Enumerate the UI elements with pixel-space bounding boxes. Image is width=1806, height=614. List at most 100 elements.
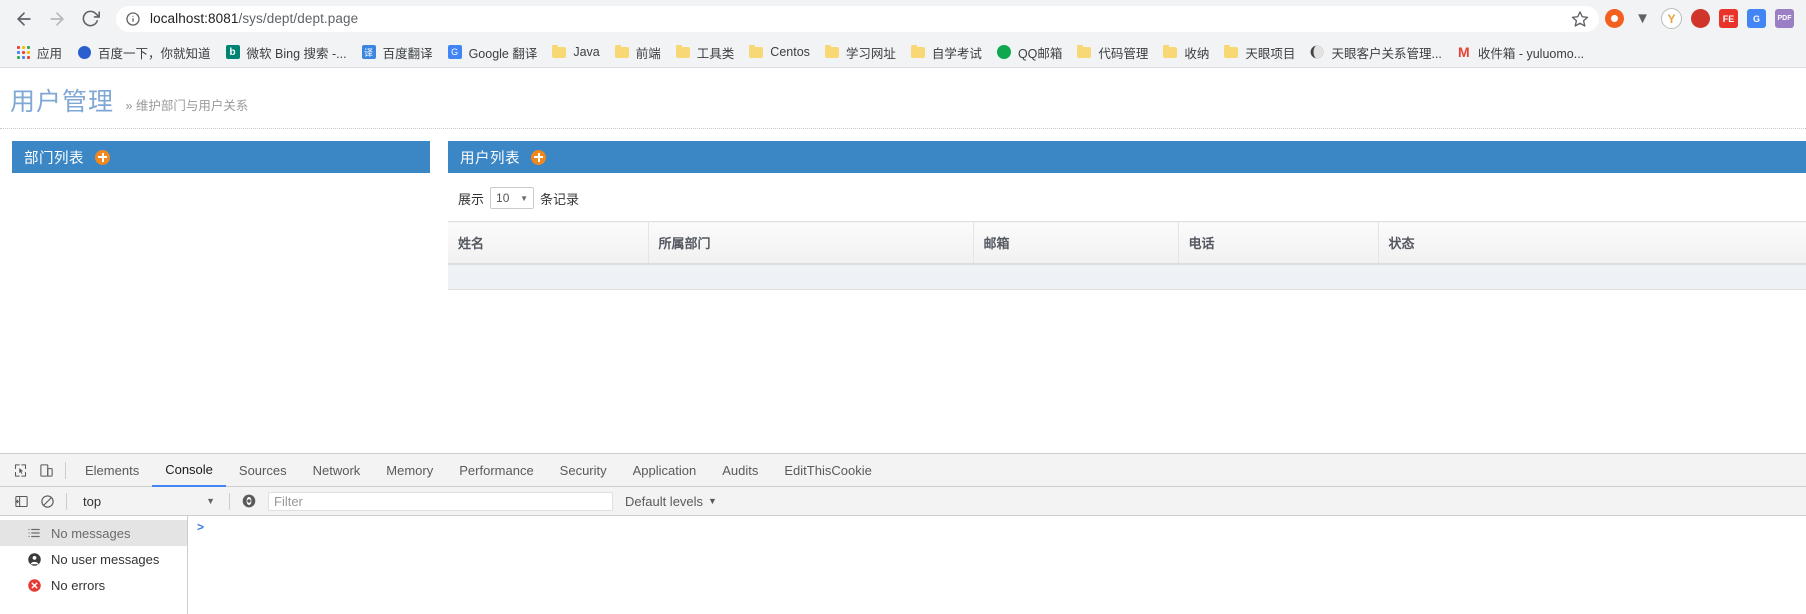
bookmark-star-icon[interactable] [1571,10,1589,28]
clear-console-icon[interactable] [34,488,60,514]
browser-window: localhost:8081/sys/dept/dept.page ▼ Y FE… [0,0,1806,614]
baidu-icon [76,44,92,60]
error-icon [26,577,42,593]
chevron-down-icon: ▼ [708,496,717,506]
console-prompt-row[interactable]: > [188,520,1806,538]
bookmark-tianyan-crm[interactable]: 天眼客户关系管理... [1302,41,1448,63]
console-sidebar: No messages No user messages No errors [0,516,188,614]
tab-elements[interactable]: Elements [72,454,152,487]
user-panel-title: 用户列表 [460,150,520,167]
bookmark-label: 百度一下，你就知道 [98,46,211,61]
console-output[interactable]: > [188,516,1806,614]
reload-button[interactable] [76,5,104,33]
back-button[interactable] [10,5,38,33]
bookmark-bing[interactable]: b 微软 Bing 搜索 -... [218,41,354,63]
bookmark-folder-storage[interactable]: 收纳 [1155,41,1216,63]
fe-extension-icon[interactable]: FE [1719,9,1738,28]
user-panel-body: 展示 10 ▼ 条记录 姓名 所属部门 邮箱 电话 状态 [448,173,1806,290]
bookmark-label: 天眼项目 [1245,46,1296,61]
bookmark-folder-centos[interactable]: Centos [741,41,817,63]
tab-security[interactable]: Security [547,454,620,487]
bookmarks-bar: 应用 百度一下，你就知道 b 微软 Bing 搜索 -... 译 百度翻译 G … [0,37,1806,67]
santa-extension-icon[interactable] [1691,9,1710,28]
url-host: localhost:8081 [150,11,239,26]
baidu-fanyi-icon: 译 [361,44,377,60]
inspect-element-icon[interactable] [7,457,33,483]
google-translate-extension-icon[interactable]: G [1747,9,1766,28]
tab-console[interactable]: Console [152,454,226,487]
console-log-levels-select[interactable]: Default levels ▼ [625,494,717,509]
console-sidebar-item-messages[interactable]: No messages [0,520,187,546]
user-table: 姓名 所属部门 邮箱 电话 状态 [448,221,1806,290]
bookmark-folder-self-study-exam[interactable]: 自学考试 [903,41,989,63]
site-info-icon[interactable] [125,11,141,27]
console-sidebar-item-user-messages[interactable]: No user messages [0,546,187,572]
pdf-extension-icon[interactable]: PDF [1775,9,1794,28]
panels-container: 部门列表 用户列表 展示 10 ▼ 条记录 姓名 所属部门 邮箱 电话 状态 [0,129,1806,290]
department-panel-title: 部门列表 [24,150,84,167]
bookmark-folder-code-management[interactable]: 代码管理 [1069,41,1155,63]
bookmark-folder-frontend[interactable]: 前端 [607,41,668,63]
execution-context-select[interactable]: top ▼ [73,487,223,516]
folder-icon [910,44,926,60]
orange-circle-extension-icon[interactable] [1605,9,1624,28]
console-sidebar-label: No errors [51,577,106,593]
add-user-button[interactable] [531,149,546,165]
department-panel: 部门列表 [12,141,430,290]
bookmark-baidu-fanyi[interactable]: 译 百度翻译 [354,41,440,63]
bookmark-google-translate[interactable]: G Google 翻译 [440,41,545,63]
bookmark-label: 收纳 [1184,46,1210,61]
toggle-console-sidebar-icon[interactable] [8,488,34,514]
bookmark-label: QQ邮箱 [1017,46,1063,61]
folder-icon [614,44,630,60]
tab-audits[interactable]: Audits [709,454,771,487]
bookmark-folder-study-sites[interactable]: 学习网址 [817,41,903,63]
column-header-name[interactable]: 姓名 [448,221,649,265]
bookmark-label: 前端 [635,46,661,61]
column-header-department[interactable]: 所属部门 [648,221,974,265]
gmail-icon: M [1458,44,1470,60]
bookmark-folder-tools[interactable]: 工具类 [668,41,742,63]
folder-icon [1223,44,1239,60]
bookmark-gmail-inbox[interactable]: M 收件箱 - yuluomo... [1449,41,1591,63]
table-row[interactable] [448,264,1806,290]
navigation-toolbar: localhost:8081/sys/dept/dept.page ▼ Y FE… [0,0,1806,37]
column-header-phone[interactable]: 电话 [1178,221,1379,265]
tab-performance[interactable]: Performance [446,454,546,487]
column-header-email[interactable]: 邮箱 [973,221,1179,265]
v-extension-icon[interactable]: ▼ [1633,9,1652,28]
tab-memory[interactable]: Memory [373,454,446,487]
table-length-control: 展示 10 ▼ 条记录 [448,173,1806,221]
bookmark-label: 学习网址 [845,46,896,61]
bookmark-label: Java [573,45,600,59]
page-length-select[interactable]: 10 ▼ [490,187,535,209]
live-expression-eye-icon[interactable] [236,488,262,514]
toggle-device-toolbar-icon[interactable] [33,457,59,483]
console-filter-input[interactable]: Filter [268,491,613,511]
folder-icon [824,44,840,60]
bing-icon: b [225,44,241,60]
tab-application[interactable]: Application [620,454,710,487]
console-prompt-caret-icon: > [197,520,205,534]
bookmark-folder-tianyan-project[interactable]: 天眼项目 [1216,41,1302,63]
breadcrumb: » 维护部门与用户关系 [125,99,249,113]
address-bar[interactable]: localhost:8081/sys/dept/dept.page [116,5,1599,32]
yandex-extension-icon[interactable]: Y [1661,8,1682,29]
bookmark-label: Centos [770,45,810,59]
forward-button[interactable] [43,5,71,33]
add-department-button[interactable] [95,149,110,165]
bookmark-folder-java[interactable]: Java [544,41,606,63]
qq-mail-icon [996,44,1012,60]
page-header: 用户管理 » 维护部门与用户关系 [0,68,1806,129]
user-panel-header: 用户列表 [448,141,1806,173]
tab-editthiscookie[interactable]: EditThisCookie [771,454,884,487]
bookmark-apps[interactable]: 应用 [8,41,69,63]
console-sidebar-item-errors[interactable]: No errors [0,572,187,598]
column-header-status[interactable]: 状态 [1378,221,1806,265]
tab-sources[interactable]: Sources [226,454,300,487]
bookmark-baidu[interactable]: 百度一下，你就知道 [69,41,218,63]
console-body: No messages No user messages No errors > [0,516,1806,614]
tab-network[interactable]: Network [300,454,374,487]
bookmark-qq-mail[interactable]: QQ邮箱 [989,41,1069,63]
user-panel: 用户列表 展示 10 ▼ 条记录 姓名 所属部门 邮箱 电话 状态 [448,141,1806,290]
